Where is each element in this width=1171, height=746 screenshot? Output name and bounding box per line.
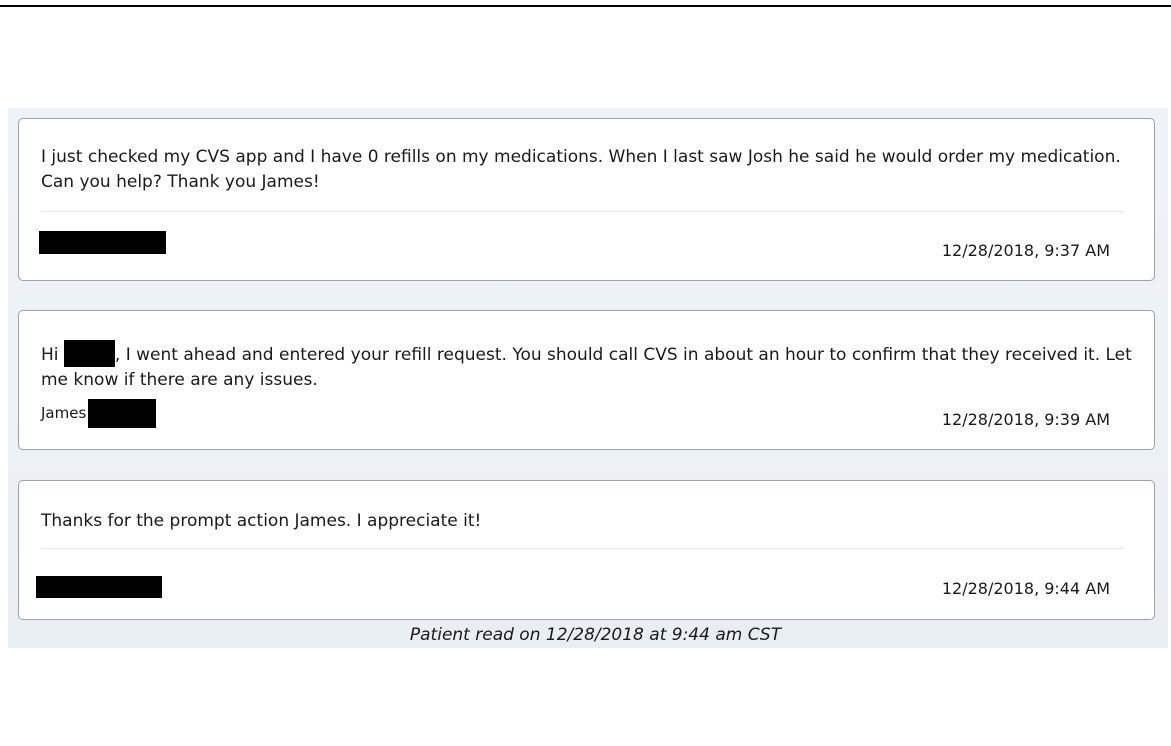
read-receipt: Patient read on 12/28/2018 at 9:44 am CS… (409, 625, 782, 645)
message-signature: James (41, 398, 157, 428)
message-timestamp: 12/28/2018, 9:39 AM (941, 410, 1110, 429)
message-timestamp: 12/28/2018, 9:37 AM (941, 241, 1110, 260)
message-bubble-patient-2: Thanks for the prompt action James. I ap… (18, 480, 1155, 620)
top-border (0, 5, 1171, 7)
greeting-text: Hi (41, 345, 59, 365)
message-divider (41, 548, 1124, 549)
message-text: Hi , I went ahead and entered your refil… (41, 340, 1136, 393)
signer-first-name: James (41, 404, 87, 422)
redacted-patient-name (63, 340, 115, 367)
redacted-sender-name (36, 576, 162, 598)
message-divider (41, 211, 1124, 212)
redacted-sender-name (39, 231, 166, 254)
message-text: Thanks for the prompt action James. I ap… (41, 511, 482, 531)
message-text: I just checked my CVS app and I have 0 r… (41, 147, 1121, 192)
message-body-text: , I went ahead and entered your refill r… (41, 345, 1132, 390)
message-bubble-provider: Hi , I went ahead and entered your refil… (18, 310, 1155, 450)
message-timestamp: 12/28/2018, 9:44 AM (941, 579, 1110, 598)
redacted-signer-last-name (88, 398, 157, 428)
message-bubble-patient-1: I just checked my CVS app and I have 0 r… (18, 118, 1155, 281)
